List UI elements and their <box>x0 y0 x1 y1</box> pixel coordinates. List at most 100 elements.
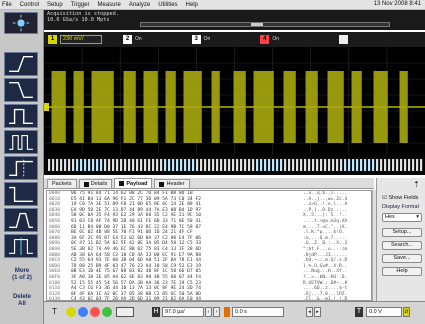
tab-details[interactable]: Details <box>78 179 113 188</box>
payload-hex-view[interactable]: 0000 06 75 91 84 71 14 62 08 2C 7D 84 F1 … <box>46 190 372 301</box>
decode-packet <box>148 159 151 171</box>
decode-packet <box>124 159 127 171</box>
decode-packet <box>216 159 219 171</box>
decode-packet <box>188 159 191 171</box>
state-icon <box>9 159 33 178</box>
trigger-level-field[interactable]: 0.0 V <box>366 307 402 317</box>
format-select[interactable]: Hex ▾ <box>382 213 422 222</box>
tab-header[interactable]: Header <box>154 179 190 188</box>
channel-1-button[interactable]: 1 <box>48 35 57 44</box>
channel-1-scale[interactable]: 230 mV/ <box>60 35 102 44</box>
decode-packet <box>244 159 247 171</box>
tab-payload[interactable]: Payload <box>114 178 153 188</box>
decode-packet <box>372 159 375 171</box>
channel-4-button[interactable]: 4 <box>260 35 270 44</box>
decode-packet <box>116 159 119 171</box>
decode-packet <box>196 159 199 171</box>
channel-2-on[interactable]: On <box>135 37 142 42</box>
decode-packet <box>256 159 259 171</box>
timebase-down-button[interactable]: ‹ <box>205 307 212 317</box>
acquire-mode-button[interactable] <box>4 12 38 34</box>
trigger-level-stepper[interactable]: ⇵ <box>403 307 410 317</box>
trigger-icon[interactable]: T <box>52 307 57 316</box>
display-format-label: Display Format <box>382 204 419 210</box>
tab-packets-label: Packets <box>52 181 72 187</box>
decode-packet <box>100 159 103 171</box>
decode-packet <box>368 159 371 171</box>
decode-packet <box>60 159 63 171</box>
timebase-up-button[interactable]: › <box>213 307 220 317</box>
tab-packets[interactable]: Packets <box>47 179 77 188</box>
decode-packet <box>108 159 111 171</box>
channel-3-icon[interactable] <box>78 307 88 317</box>
channel-2-icon[interactable] <box>102 307 112 317</box>
decode-packet <box>316 159 319 171</box>
channel-marker <box>44 103 49 111</box>
menu-file[interactable]: File <box>2 2 12 8</box>
delay-right-button[interactable]: ▸ <box>314 307 321 317</box>
decode-packet <box>236 159 239 171</box>
decode-packet <box>352 159 355 171</box>
pattern-icon <box>9 135 33 150</box>
decode-packet <box>152 159 155 171</box>
search-button[interactable]: Search... <box>382 241 422 250</box>
pattern-trigger-button[interactable] <box>4 130 38 154</box>
channel-4-icon[interactable] <box>90 307 100 317</box>
decode-packet <box>132 159 135 171</box>
menu-setup[interactable]: Setup <box>47 2 63 8</box>
save-button[interactable]: Save... <box>382 254 422 263</box>
transition-trigger-button[interactable] <box>4 208 38 232</box>
decode-packet <box>96 159 99 171</box>
timeout-trigger-button[interactable] <box>4 182 38 206</box>
decode-packet <box>240 159 243 171</box>
edge-trigger-button[interactable] <box>4 52 38 76</box>
decode-packet <box>360 159 363 171</box>
snapshot-icon[interactable] <box>116 307 134 317</box>
decode-packet <box>76 159 79 171</box>
channel-1-icon[interactable] <box>66 307 76 317</box>
channel-3-button[interactable]: 3 <box>191 35 201 44</box>
decode-packet <box>340 159 343 171</box>
header-icon <box>159 181 165 187</box>
setup-button[interactable]: Setup... <box>382 228 422 237</box>
state-trigger-button[interactable] <box>4 156 38 180</box>
menu-analyze[interactable]: Analyze <box>129 2 150 8</box>
menu-trigger[interactable]: Trigger <box>71 2 90 8</box>
help-button[interactable]: Help <box>382 267 422 276</box>
menu-utilities[interactable]: Utilities <box>158 2 177 8</box>
clock: 13 Nov 2008 8:41 <box>373 1 421 7</box>
glitch-trigger-button[interactable] <box>4 78 38 102</box>
channel-2-button[interactable]: 2 <box>123 35 132 44</box>
show-fields-checkbox[interactable]: ☑ Show Fields <box>382 195 418 201</box>
delay-field[interactable]: 0.0 s <box>232 307 284 317</box>
decode-packet <box>84 159 87 171</box>
trigger-level-icon: T <box>355 307 363 317</box>
decode-packet <box>312 159 315 171</box>
channel-4-on[interactable]: On <box>272 37 279 42</box>
decode-packet <box>104 159 107 171</box>
timebase-field[interactable]: 97.0 µs/ <box>162 307 204 317</box>
tab-details-label: Details <box>90 181 108 187</box>
menu-measure[interactable]: Measure <box>98 2 121 8</box>
decode-packet <box>404 159 407 171</box>
delay-left-button[interactable]: ◂ <box>306 307 313 317</box>
dock-arrow-icon[interactable]: ⇡ <box>413 180 420 189</box>
menu-control[interactable]: Control <box>20 2 39 8</box>
decode-packet <box>248 159 251 171</box>
decode-packet <box>164 159 167 171</box>
delete-all-button[interactable]: Delete All <box>0 294 44 308</box>
decode-packet <box>72 159 75 171</box>
decode-packet <box>292 159 295 171</box>
memory-bar[interactable] <box>140 22 390 27</box>
menu-help[interactable]: Help <box>186 2 198 8</box>
pulse-trigger-button[interactable] <box>4 104 38 128</box>
decode-packet <box>356 159 359 171</box>
more-button[interactable]: More (1 of 2) <box>0 268 44 282</box>
decode-packet <box>260 159 263 171</box>
channel-3-on[interactable]: On <box>204 37 211 42</box>
edge-trigger-icon <box>9 55 33 73</box>
setup-hold-trigger-button[interactable] <box>4 234 38 258</box>
channel-d-button[interactable] <box>339 35 349 44</box>
waveform-display[interactable] <box>44 47 425 175</box>
decode-packet <box>80 159 83 171</box>
